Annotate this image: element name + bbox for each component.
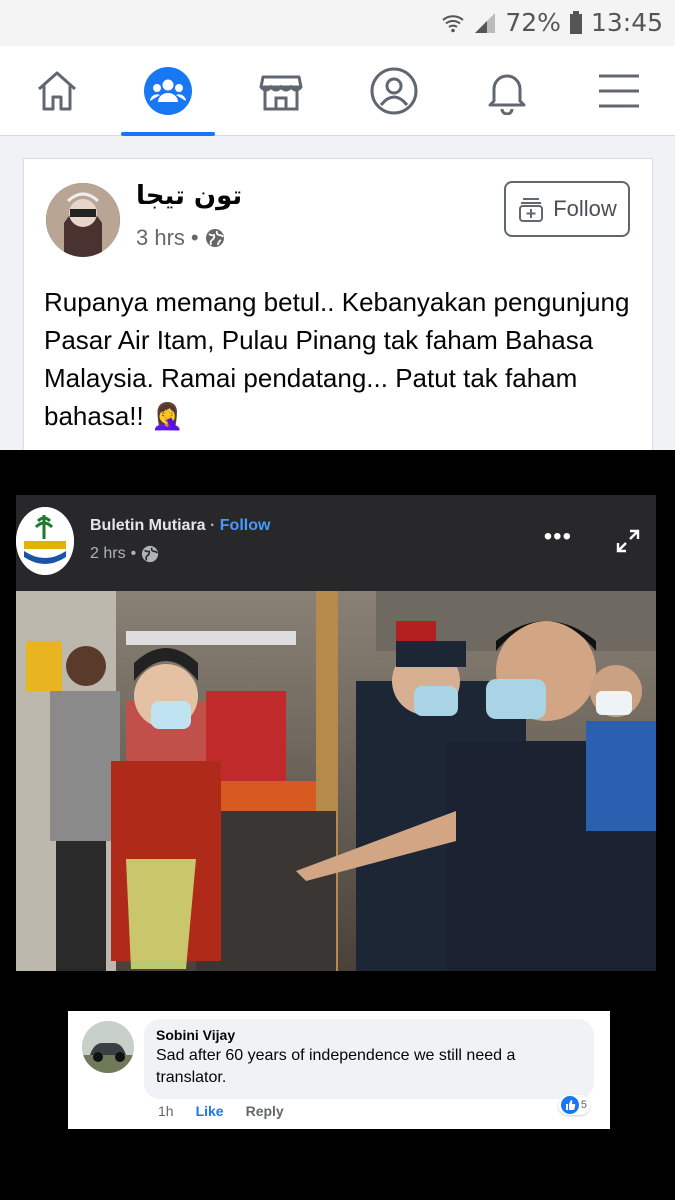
commenter-car-icon [82,1021,134,1073]
nav-profile[interactable] [339,46,449,136]
battery-icon [569,10,582,34]
menu-icon [599,74,639,108]
author-avatar[interactable] [46,183,120,257]
shared-page-title: Buletin Mutiara [90,517,206,534]
profile-icon [370,67,418,115]
commenter-name: Sobini Vijay [156,1027,236,1043]
nav-marketplace[interactable] [226,46,336,136]
post-image[interactable]: Buletin Mutiara · Follow 2 hrs • ••• Sob… [0,450,675,1200]
comment-actions: 1h Like Reply [158,1103,284,1119]
expand-icon [616,529,640,553]
post-time[interactable]: 3 hrs [136,225,185,251]
marketplace-icon [259,75,303,111]
shared-separator: · [205,517,220,534]
meta-dot: • [190,225,199,250]
follow-button-label: Follow [553,196,617,221]
comment-text: Sad after 60 years of independence we st… [156,1047,516,1086]
status-bar: 72% 13:45 [0,0,675,46]
wifi-icon [442,14,465,32]
shared-follow-link: Follow [219,517,271,534]
signal-icon [475,12,496,33]
market-photo [16,591,656,971]
globe-icon [205,229,224,247]
avatar-figure [46,183,120,257]
follow-button[interactable]: Follow [504,181,630,237]
home-icon [38,71,76,111]
author-name[interactable]: تون تيجا [136,181,242,211]
follow-icon [519,198,544,222]
shared-post-meta: 2 hrs • [90,545,159,563]
emblem-icon [16,507,74,575]
groups-icon [144,67,192,115]
clock: 13:45 [590,8,663,37]
comment-screenshot: Sobini Vijay Sad after 60 years of indep… [68,1011,610,1129]
comment-reactions: 5 [557,1095,590,1115]
shared-post-time: 2 hrs [90,545,126,562]
battery-percent: 72% [505,8,561,37]
shared-meta-dot: • [130,545,137,562]
comment-like-link: Like [195,1103,224,1119]
nav-home[interactable] [2,46,112,136]
nav-notifications[interactable] [452,46,562,136]
shared-page-logo [16,507,74,575]
post-meta: 3 hrs • [136,225,225,251]
reaction-count: 5 [580,1099,587,1111]
top-navigation [0,46,675,136]
market-scene [16,591,656,971]
status-indicators: 72% 13:45 [441,8,663,37]
comment-reply-link: Reply [245,1103,284,1119]
comment-bubble: Sobini Vijay Sad after 60 years of indep… [144,1019,594,1099]
nav-groups[interactable] [113,46,223,136]
like-reaction-icon [560,1096,579,1114]
post-text: Rupanya memang betul.. Kebanyakan pengun… [44,287,630,431]
nav-menu[interactable] [564,46,674,136]
shared-post-header: Buletin Mutiara · Follow 2 hrs • ••• [16,495,656,591]
bell-icon [488,74,526,115]
commenter-avatar [82,1021,134,1073]
shared-page-name: Buletin Mutiara · Follow [90,517,270,535]
more-options-icon: ••• [543,523,572,550]
comment-time: 1h [158,1103,174,1119]
shared-globe-icon [142,545,159,563]
